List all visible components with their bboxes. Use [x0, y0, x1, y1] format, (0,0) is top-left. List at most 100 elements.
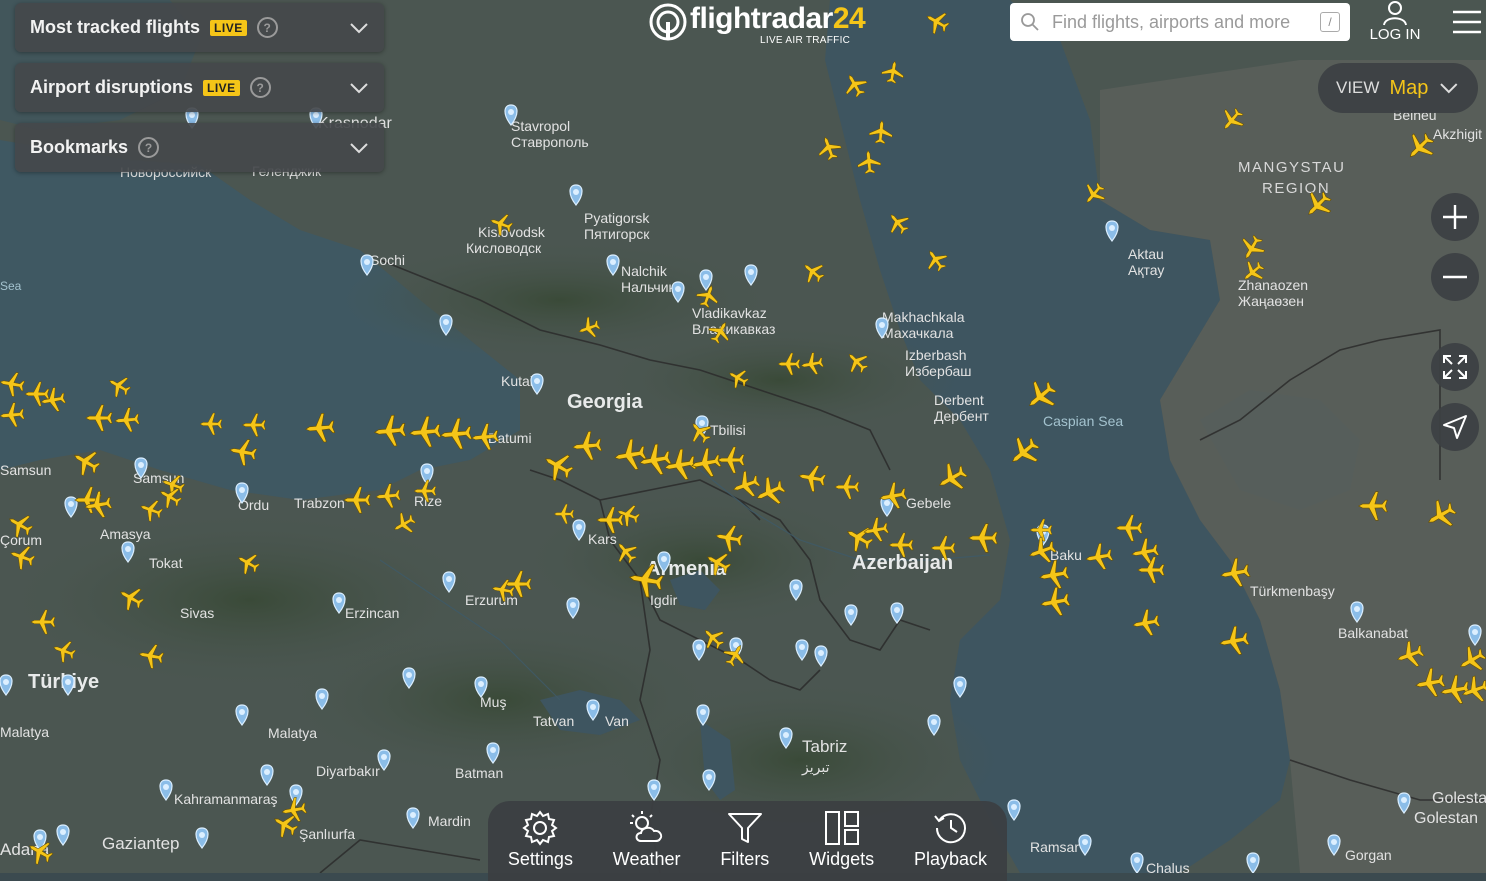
- map-place-label: Ramsar: [1030, 839, 1079, 855]
- plus-icon: [1443, 205, 1467, 229]
- map-place-label: Akzhigit: [1433, 126, 1482, 142]
- map-place-label: Tbilisi: [710, 422, 746, 438]
- help-icon[interactable]: ?: [256, 17, 278, 38]
- map-place-label: Malatya: [268, 725, 317, 741]
- weather-button[interactable]: Weather: [613, 809, 680, 870]
- map-place-label: Van: [605, 713, 629, 729]
- map-place-label: Georgia: [567, 391, 643, 413]
- panel-title: Bookmarks: [30, 137, 129, 157]
- help-icon[interactable]: ?: [138, 137, 160, 158]
- login-label: LOG IN: [1369, 26, 1421, 43]
- panel-title: Most tracked flights: [30, 17, 201, 37]
- map-place-label: Batman: [455, 765, 503, 781]
- map-place-label: Diyarbakır: [316, 763, 380, 779]
- login-button[interactable]: LOG IN: [1366, 0, 1424, 44]
- panel-title: Airport disruptions: [30, 77, 193, 97]
- bottom-toolbar: Settings Weather Filters Widgets Playbac…: [488, 801, 1007, 881]
- keyboard-shortcut-hint: /: [1320, 12, 1340, 32]
- map-place-label: Nalchik: [621, 263, 668, 279]
- map-place-label: Türkmenbaşy: [1250, 583, 1335, 599]
- location-arrow-icon: [1443, 415, 1467, 439]
- bookmarks-panel[interactable]: Bookmarks ?: [15, 123, 384, 172]
- view-label: VIEW: [1336, 78, 1380, 97]
- brand-tagline: LIVE AIR TRAFFIC: [760, 35, 851, 46]
- map-place-label: Makhachkala: [882, 309, 965, 325]
- widgets-button[interactable]: Widgets: [809, 809, 874, 870]
- cloud-sun-icon: [629, 811, 662, 842]
- chevron-down-icon[interactable]: [348, 77, 370, 99]
- zoom-out-button[interactable]: [1431, 253, 1479, 301]
- map-place-label: Trabzon: [294, 495, 345, 511]
- expand-icon: [1443, 355, 1467, 379]
- map-place-label: Golestan: [1414, 810, 1478, 827]
- history-icon: [933, 813, 966, 844]
- map-place-label: Кисловодск: [466, 240, 542, 256]
- playback-label: Playback: [914, 849, 988, 869]
- map-place-label: تبریز: [801, 759, 830, 776]
- gear-icon: [522, 810, 559, 846]
- map-place-label: Zhanaozen: [1238, 277, 1308, 293]
- airport-disruptions-panel[interactable]: Airport disruptions LIVE ?: [15, 63, 384, 112]
- map-place-label: Amasya: [100, 526, 151, 542]
- map-place-label: Erzurum: [465, 592, 518, 608]
- settings-button[interactable]: Settings: [508, 809, 573, 870]
- minus-icon: [1443, 275, 1467, 279]
- map-place-label: Pyatigorsk: [584, 210, 650, 226]
- map-place-label: Gebele: [906, 495, 951, 511]
- user-icon: [1383, 1, 1407, 26]
- map-place-label: Malatya: [0, 724, 49, 740]
- playback-button[interactable]: Playback: [914, 809, 987, 870]
- my-location-button[interactable]: [1431, 403, 1479, 451]
- map-place-label: Sea: [0, 279, 22, 293]
- chevron-down-icon[interactable]: [348, 17, 370, 39]
- map-place-label: Samsun: [0, 462, 51, 478]
- view-value: Map: [1389, 76, 1429, 99]
- map-place-label: MANGYSTAU: [1238, 159, 1345, 176]
- search-box[interactable]: /: [1010, 3, 1350, 41]
- map-place-label: REGION: [1262, 180, 1330, 197]
- map-place-label: Нальчик: [621, 279, 676, 295]
- map-place-label: Tabriz: [802, 737, 847, 756]
- view-mode-toggle[interactable]: VIEW Map: [1318, 63, 1478, 113]
- map-place-label: Muş: [480, 694, 506, 710]
- map-place-label: Golestan: [1432, 790, 1486, 807]
- map-place-label: Mardin: [428, 813, 471, 829]
- map-place-label: Balkanabat: [1338, 625, 1408, 641]
- map-place-label: Пятигорск: [584, 226, 650, 242]
- map-place-label: Vladikavkaz: [692, 305, 767, 321]
- map-place-label: Igdir: [650, 592, 678, 608]
- map-place-label: Избербаш: [905, 363, 971, 379]
- widgets-label: Widgets: [809, 849, 875, 869]
- live-badge: LIVE: [203, 79, 240, 96]
- map-place-label: Derbent: [934, 392, 984, 408]
- chevron-down-icon[interactable]: [348, 137, 370, 159]
- help-icon[interactable]: ?: [249, 77, 271, 98]
- settings-label: Settings: [507, 849, 573, 869]
- map-place-label: Aktau: [1128, 246, 1164, 262]
- live-badge: LIVE: [210, 19, 247, 36]
- map-place-label: Izberbash: [905, 347, 966, 363]
- map-place-label: Kahramanmaraş: [174, 791, 278, 807]
- map-place-label: Chalus: [1146, 860, 1190, 873]
- map-place-label: Stavropol: [511, 118, 570, 134]
- map-place-label: Tokat: [149, 555, 183, 571]
- most-tracked-flights-panel[interactable]: Most tracked flights LIVE ?: [15, 3, 384, 52]
- widgets-icon: [824, 811, 859, 845]
- funnel-icon: [727, 813, 762, 843]
- map-place-label: Kislovodsk: [478, 224, 546, 240]
- zoom-in-button[interactable]: [1431, 193, 1479, 241]
- brand-name: flightradar24: [690, 2, 866, 35]
- fullscreen-button[interactable]: [1431, 343, 1479, 391]
- chevron-down-icon: [1440, 83, 1458, 94]
- search-icon: [1021, 13, 1039, 31]
- map-place-label: Tatvan: [533, 713, 574, 729]
- filters-label: Filters: [720, 849, 770, 869]
- map-place-label: Caspian Sea: [1043, 413, 1123, 429]
- map-place-label: Ақтау: [1128, 262, 1164, 278]
- hamburger-menu-icon[interactable]: [1452, 10, 1482, 34]
- filters-button[interactable]: Filters: [720, 809, 769, 870]
- search-input[interactable]: [1050, 10, 1320, 34]
- map-place-label: Çorum: [0, 532, 42, 548]
- flightradar24-logo[interactable]: flightradar24 LIVE AIR TRAFFIC: [646, 0, 866, 50]
- map-place-label: Gorgan: [1345, 847, 1392, 863]
